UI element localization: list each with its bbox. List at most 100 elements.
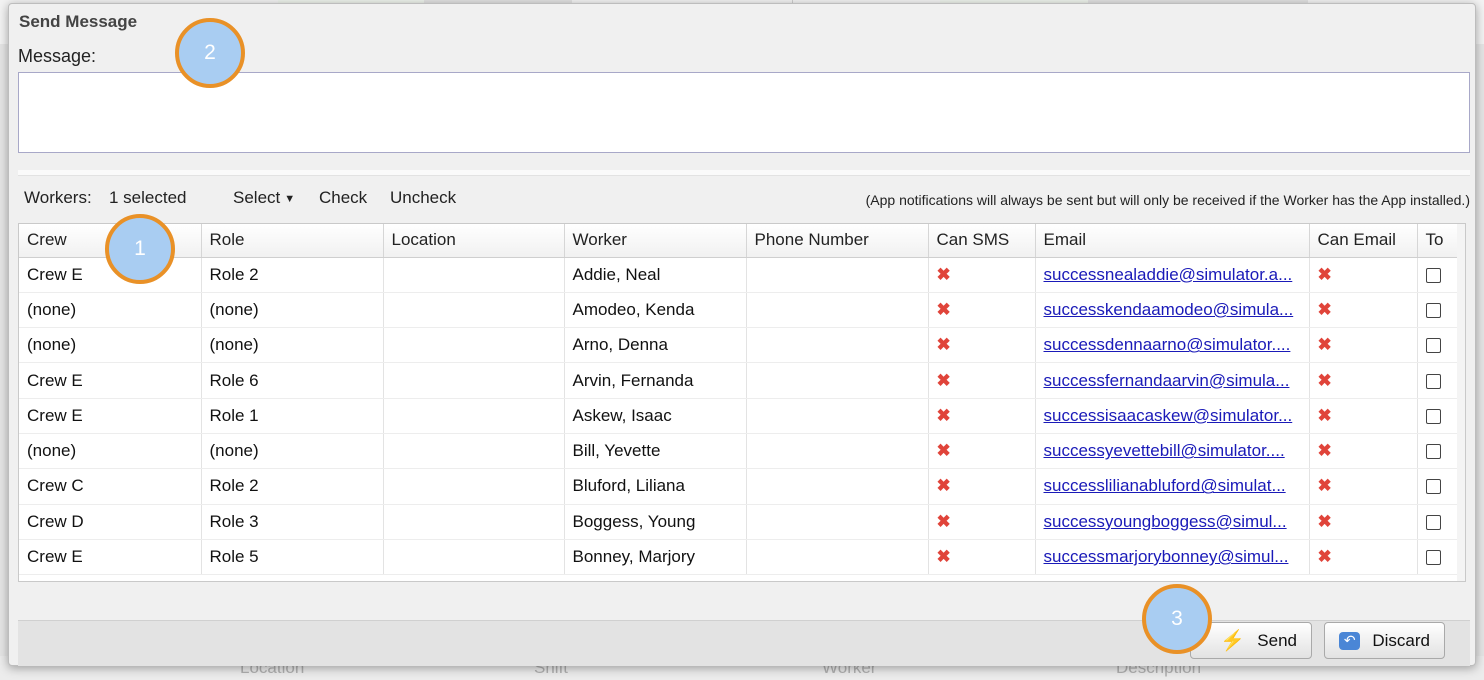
x-icon: ✖ — [1317, 441, 1332, 461]
recipient-checkbox[interactable] — [1425, 444, 1441, 460]
app-notification-note: (App notifications will always be sent b… — [865, 192, 1470, 208]
email-link[interactable]: successisaacaskew@simulator... — [1044, 406, 1293, 425]
email-cell: successisaacaskew@simulator... — [1035, 398, 1310, 434]
chevron-down-icon: ▼ — [284, 192, 296, 205]
message-label: Message: — [18, 46, 97, 66]
can-email-cell: ✖ — [1309, 257, 1418, 293]
annotation-badge-3: 3 — [1142, 584, 1212, 654]
role-cell: Role 1 — [201, 398, 384, 434]
send-message-dialog: Send Message Message: Workers: 1 selecte… — [8, 3, 1476, 666]
column-header-worker[interactable]: Worker — [564, 224, 747, 258]
dialog-title: Send Message — [19, 12, 138, 31]
x-icon: ✖ — [1317, 405, 1332, 425]
can-email-cell: ✖ — [1309, 539, 1418, 576]
crew-cell: Crew E — [19, 539, 202, 576]
can-email-cell: ✖ — [1309, 504, 1418, 540]
location-cell — [383, 257, 565, 293]
crew-cell: Crew E — [19, 362, 202, 399]
role-cell: (none) — [201, 433, 384, 470]
workers-grid: Crew Role Location Worker Phone Number C… — [18, 223, 1466, 582]
message-input[interactable] — [18, 72, 1470, 153]
x-icon: ✖ — [936, 299, 951, 319]
check-button[interactable]: Check — [319, 188, 367, 208]
role-cell: Role 6 — [201, 362, 384, 399]
x-icon: ✖ — [936, 264, 951, 284]
phone-cell — [746, 504, 929, 540]
email-link[interactable]: successdennaarno@simulator.... — [1044, 335, 1291, 354]
column-header-to[interactable]: To — [1417, 224, 1460, 258]
x-icon: ✖ — [1317, 335, 1332, 355]
table-header-row: Crew Role Location Worker Phone Number C… — [19, 224, 1460, 258]
table-row[interactable]: Crew E Role 6 Arvin, Fernanda ✖ successferna… — [19, 362, 1460, 399]
column-header-location[interactable]: Location — [383, 224, 565, 258]
table-row[interactable]: (none) (none) Amodeo, Kenda ✖ successkendaam… — [19, 292, 1460, 329]
worker-cell: Arno, Denna — [564, 327, 747, 364]
email-link[interactable]: successmarjorybonney@simul... — [1044, 547, 1289, 566]
worker-cell: Bonney, Marjory — [564, 539, 747, 576]
uncheck-button[interactable]: Uncheck — [390, 188, 456, 208]
recipient-checkbox[interactable] — [1425, 408, 1441, 424]
can-sms-cell: ✖ — [928, 292, 1036, 329]
email-cell: successmarjorybonney@simul... — [1035, 539, 1310, 576]
discard-button[interactable]: ↶ Discard — [1324, 622, 1445, 659]
x-icon: ✖ — [936, 547, 951, 567]
email-link[interactable]: successfernandaarvin@simula... — [1044, 371, 1290, 390]
grid-scrollbar[interactable] — [1457, 224, 1465, 581]
email-link[interactable]: successyoungboggess@simul... — [1044, 512, 1287, 531]
can-sms-cell: ✖ — [928, 539, 1036, 576]
workers-table: Crew Role Location Worker Phone Number C… — [19, 224, 1460, 576]
email-cell: successyevettebill@simulator.... — [1035, 433, 1310, 470]
table-row[interactable]: Crew E Role 2 Addie, Neal ✖ successnealaddie… — [19, 257, 1460, 293]
column-header-can-email[interactable]: Can Email — [1309, 224, 1418, 258]
column-header-email[interactable]: Email — [1035, 224, 1310, 258]
can-sms-cell: ✖ — [928, 468, 1036, 505]
email-cell: successfernandaarvin@simula... — [1035, 362, 1310, 399]
email-link[interactable]: successyevettebill@simulator.... — [1044, 441, 1285, 460]
to-cell — [1417, 362, 1460, 399]
email-link[interactable]: successkendaamodeo@simula... — [1044, 300, 1294, 319]
can-email-cell: ✖ — [1309, 433, 1418, 470]
email-cell: successkendaamodeo@simula... — [1035, 292, 1310, 329]
table-row[interactable]: Crew E Role 5 Bonney, Marjory ✖ successmarjo… — [19, 539, 1460, 576]
annotation-badge-1: 1 — [105, 214, 175, 284]
worker-cell: Bluford, Liliana — [564, 468, 747, 505]
select-dropdown[interactable]: Select ▼ — [233, 188, 295, 208]
email-link[interactable]: successnealaddie@simulator.a... — [1044, 265, 1293, 284]
recipient-checkbox[interactable] — [1425, 550, 1441, 566]
discard-label: Discard — [1372, 630, 1430, 650]
email-cell: successdennaarno@simulator.... — [1035, 327, 1310, 364]
crew-cell: Crew D — [19, 504, 202, 540]
column-header-role[interactable]: Role — [201, 224, 384, 258]
location-cell — [383, 362, 565, 399]
worker-cell: Boggess, Young — [564, 504, 747, 540]
table-row[interactable]: (none) (none) Arno, Denna ✖ successdennaarno… — [19, 327, 1460, 364]
select-label: Select — [233, 188, 281, 207]
role-cell: Role 5 — [201, 539, 384, 576]
table-row[interactable]: Crew E Role 1 Askew, Isaac ✖ successisaacask… — [19, 398, 1460, 434]
x-icon: ✖ — [936, 335, 951, 355]
recipient-checkbox[interactable] — [1425, 338, 1441, 354]
column-header-phone[interactable]: Phone Number — [746, 224, 929, 258]
worker-cell: Arvin, Fernanda — [564, 362, 747, 399]
recipient-checkbox[interactable] — [1425, 267, 1441, 283]
can-email-cell: ✖ — [1309, 292, 1418, 329]
can-email-cell: ✖ — [1309, 327, 1418, 364]
recipient-checkbox[interactable] — [1425, 373, 1441, 389]
email-link[interactable]: successlilianabluford@simulat... — [1044, 476, 1286, 495]
column-header-can-sms[interactable]: Can SMS — [928, 224, 1036, 258]
role-cell: Role 2 — [201, 257, 384, 293]
table-row[interactable]: (none) (none) Bill, Yevette ✖ successyevette… — [19, 433, 1460, 470]
can-sms-cell: ✖ — [928, 504, 1036, 540]
recipient-checkbox[interactable] — [1425, 302, 1441, 318]
role-cell: Role 2 — [201, 468, 384, 505]
crew-cell: (none) — [19, 327, 202, 364]
location-cell — [383, 327, 565, 364]
table-row[interactable]: Crew D Role 3 Boggess, Young ✖ successyoungb… — [19, 504, 1460, 540]
recipient-checkbox[interactable] — [1425, 479, 1441, 495]
location-cell — [383, 504, 565, 540]
phone-cell — [746, 539, 929, 576]
x-icon: ✖ — [1317, 476, 1332, 496]
to-cell — [1417, 539, 1460, 576]
recipient-checkbox[interactable] — [1425, 514, 1441, 530]
table-row[interactable]: Crew C Role 2 Bluford, Liliana ✖ successlili… — [19, 468, 1460, 505]
